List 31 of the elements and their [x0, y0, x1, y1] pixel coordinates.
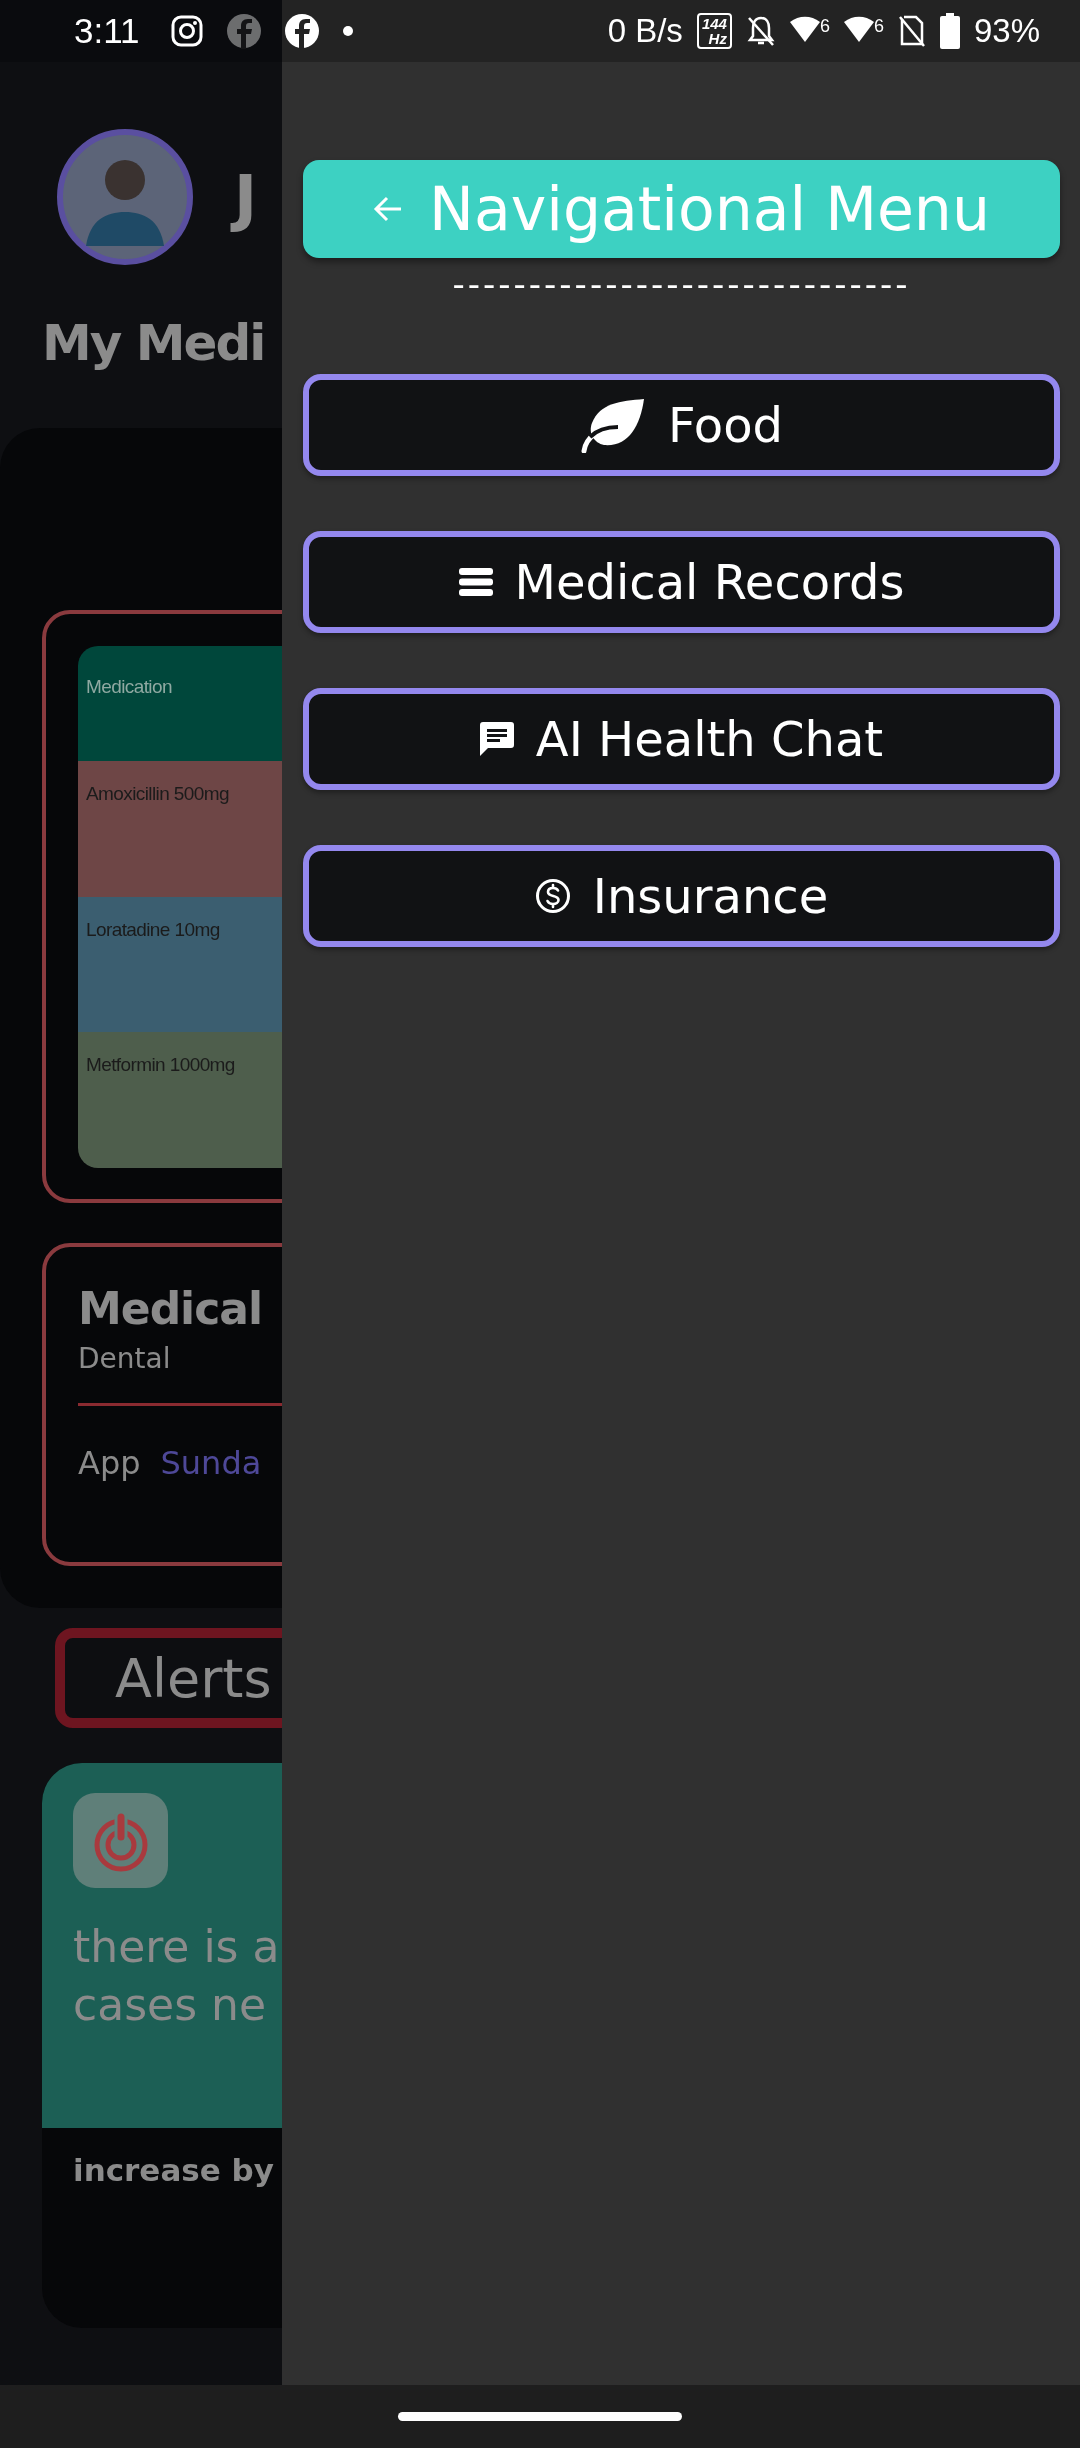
- menu-item[interactable]: AI Health Chat: [303, 688, 1060, 790]
- bell-off-icon: [745, 15, 776, 47]
- list-icon: [458, 568, 493, 596]
- table-row: Loratadine 10mg: [78, 896, 282, 1033]
- table-row: Metformin 1000mg: [78, 1032, 282, 1168]
- appointment-title: Medical: [78, 1283, 264, 1334]
- leaf-icon: [579, 397, 646, 453]
- dollar-icon: [534, 878, 571, 914]
- back-arrow-icon: [373, 195, 404, 223]
- battery-icon: [939, 13, 960, 49]
- battery-percentage: 93%: [973, 12, 1040, 50]
- appointment-type: Dental: [78, 1342, 172, 1375]
- alert-icon: [73, 1793, 168, 1888]
- refresh-rate-icon: 144 Hz: [696, 13, 732, 49]
- network-speed: 0 B/s: [607, 12, 683, 50]
- section-title: My Medi: [41, 313, 266, 372]
- alert-footer: increase by: [42, 2128, 282, 2188]
- no-sim-icon: [897, 15, 926, 47]
- menu-item[interactable]: Insurance: [303, 845, 1060, 947]
- clock: 3:11: [74, 11, 140, 51]
- menu-item[interactable]: Food: [303, 374, 1060, 476]
- appointment-day: Sunda: [160, 1444, 262, 1482]
- alerts-heading: Alerts: [55, 1628, 282, 1728]
- table-row: Amoxicillin 500mg: [78, 760, 282, 897]
- alert-message: there is a cases ne: [73, 1920, 281, 2032]
- menu-item[interactable]: Medical Records: [303, 531, 1060, 633]
- divider-text: ------------------------------: [451, 264, 912, 304]
- chat-icon: [479, 722, 514, 756]
- table-header: Medication: [78, 646, 282, 761]
- home-indicator[interactable]: [398, 2412, 682, 2421]
- appointment-label: App: [78, 1444, 141, 1482]
